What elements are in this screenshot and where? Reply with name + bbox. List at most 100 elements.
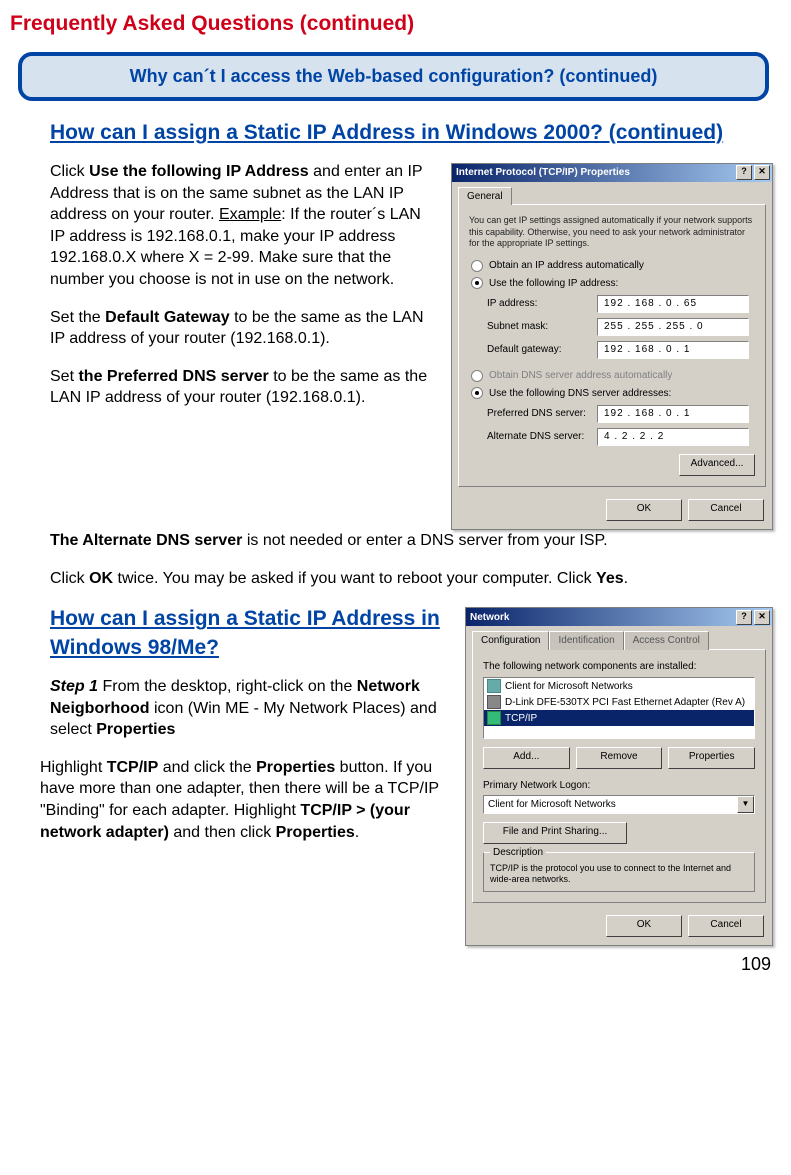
page-number: 109 xyxy=(10,952,773,976)
remove-button[interactable]: Remove xyxy=(576,747,663,769)
text: Set xyxy=(50,368,78,385)
client-icon xyxy=(487,679,501,693)
text-bold: OK xyxy=(89,570,113,587)
text-bold: Properties xyxy=(256,759,335,776)
input-gateway[interactable]: 192 . 168 . 0 . 1 xyxy=(597,341,749,359)
radio-label: Use the following IP address: xyxy=(489,277,618,291)
tab-access-control[interactable]: Access Control xyxy=(624,631,709,650)
help-icon[interactable]: ? xyxy=(736,610,752,625)
text: and click the xyxy=(158,759,256,776)
text: . xyxy=(355,824,359,841)
topic-box-text: Why can´t I access the Web-based configu… xyxy=(40,64,747,88)
cancel-button[interactable]: Cancel xyxy=(688,915,764,937)
file-print-sharing-button[interactable]: File and Print Sharing... xyxy=(483,822,627,844)
network-dialog: Network ? ✕ ConfigurationIdentificationA… xyxy=(465,607,773,946)
text: and then click xyxy=(169,824,276,841)
logon-label: Primary Network Logon: xyxy=(483,779,755,793)
para-ok: Click OK twice. You may be asked if you … xyxy=(50,568,773,590)
text: Highlight xyxy=(40,759,107,776)
para-step1: Step 1 From the desktop, right-click on … xyxy=(50,676,447,741)
text: is not needed or enter a DNS server from… xyxy=(242,532,607,549)
description-text: TCP/IP is the protocol you use to connec… xyxy=(490,863,748,886)
radio-use-ip[interactable]: Use the following IP address: xyxy=(471,277,755,291)
list-item-label: TCP/IP xyxy=(505,712,537,726)
subheading-win2000: How can I assign a Static IP Address in … xyxy=(50,119,773,147)
para-highlight-tcpip: Highlight TCP/IP and click the Propertie… xyxy=(40,757,447,843)
dialog-title: Internet Protocol (TCP/IP) Properties xyxy=(456,166,630,180)
input-subnet[interactable]: 255 . 255 . 255 . 0 xyxy=(597,318,749,336)
radio-icon xyxy=(471,260,483,272)
text-bold: Yes xyxy=(596,570,624,587)
description-legend: Description xyxy=(490,846,546,860)
tab-general[interactable]: General xyxy=(458,187,512,206)
text: . xyxy=(624,570,628,587)
radio-icon xyxy=(471,277,483,289)
close-icon[interactable]: ✕ xyxy=(754,165,770,180)
add-button[interactable]: Add... xyxy=(483,747,570,769)
advanced-button[interactable]: Advanced... xyxy=(679,454,755,476)
ok-button[interactable]: OK xyxy=(606,915,682,937)
input-alt-dns[interactable]: 4 . 2 . 2 . 2 xyxy=(597,428,749,446)
titlebar: Network ? ✕ xyxy=(466,608,772,626)
text: From the desktop, right-click on the xyxy=(98,678,357,695)
adapter-icon xyxy=(487,695,501,709)
para-gateway: Set the Default Gateway to be the same a… xyxy=(50,307,433,350)
radio-obtain-dns: Obtain DNS server address automatically xyxy=(471,369,755,383)
text-bold: Properties xyxy=(96,721,175,738)
subheading-win98: How can I assign a Static IP Address in … xyxy=(50,605,447,662)
topic-box: Why can´t I access the Web-based configu… xyxy=(18,52,769,100)
tab-configuration[interactable]: Configuration xyxy=(472,631,549,650)
label-subnet: Subnet mask: xyxy=(487,320,597,334)
label-pref-dns: Preferred DNS server: xyxy=(487,407,597,421)
intro-text: You can get IP settings assigned automat… xyxy=(469,215,755,249)
components-label: The following network components are ins… xyxy=(483,660,755,674)
label-gateway: Default gateway: xyxy=(487,343,597,357)
ok-button[interactable]: OK xyxy=(606,499,682,521)
logon-dropdown[interactable]: Client for Microsoft Networks ▼ xyxy=(483,795,755,814)
list-item-label: Client for Microsoft Networks xyxy=(505,680,633,694)
tab-identification[interactable]: Identification xyxy=(549,631,623,650)
input-pref-dns[interactable]: 192 . 168 . 0 . 1 xyxy=(597,405,749,423)
cancel-button[interactable]: Cancel xyxy=(688,499,764,521)
description-group: Description TCP/IP is the protocol you u… xyxy=(483,852,755,893)
text: Set the xyxy=(50,309,105,326)
text-bold: TCP/IP xyxy=(107,759,159,776)
label-alt-dns: Alternate DNS server: xyxy=(487,430,597,444)
radio-label: Obtain an IP address automatically xyxy=(489,259,644,273)
list-item[interactable]: D-Link DFE-530TX PCI Fast Ethernet Adapt… xyxy=(484,694,754,710)
text-underline: Example xyxy=(219,206,281,223)
radio-icon xyxy=(471,370,483,382)
step-label: Step 1 xyxy=(50,678,98,695)
tcpip-properties-dialog: Internet Protocol (TCP/IP) Properties ? … xyxy=(451,163,773,530)
radio-label: Use the following DNS server addresses: xyxy=(489,387,671,401)
properties-button[interactable]: Properties xyxy=(668,747,755,769)
text: Click xyxy=(50,163,89,180)
para-dns: Set the Preferred DNS server to be the s… xyxy=(50,366,433,409)
radio-obtain-ip[interactable]: Obtain an IP address automatically xyxy=(471,259,755,273)
radio-icon xyxy=(471,387,483,399)
text-bold: The Alternate DNS server xyxy=(50,532,242,549)
label-ip: IP address: xyxy=(487,297,597,311)
input-ip[interactable]: 192 . 168 . 0 . 65 xyxy=(597,295,749,313)
text: twice. You may be asked if you want to r… xyxy=(113,570,596,587)
radio-use-dns[interactable]: Use the following DNS server addresses: xyxy=(471,387,755,401)
para-ip-address: Click Use the following IP Address and e… xyxy=(50,161,433,291)
list-item[interactable]: Client for Microsoft Networks xyxy=(484,678,754,694)
dropdown-value: Client for Microsoft Networks xyxy=(488,798,616,812)
para-alt-dns: The Alternate DNS server is not needed o… xyxy=(50,530,773,552)
dialog-title: Network xyxy=(470,611,509,625)
components-listbox[interactable]: Client for Microsoft Networks D-Link DFE… xyxy=(483,677,755,739)
list-item-label: D-Link DFE-530TX PCI Fast Ethernet Adapt… xyxy=(505,696,745,710)
chevron-down-icon[interactable]: ▼ xyxy=(737,796,754,813)
help-icon[interactable]: ? xyxy=(736,165,752,180)
titlebar: Internet Protocol (TCP/IP) Properties ? … xyxy=(452,164,772,182)
text-bold: Properties xyxy=(276,824,355,841)
radio-label: Obtain DNS server address automatically xyxy=(489,369,672,383)
text-bold: Default Gateway xyxy=(105,309,229,326)
text: Click xyxy=(50,570,89,587)
list-item-selected[interactable]: TCP/IP xyxy=(484,710,754,726)
text-bold: Use the following IP Address xyxy=(89,163,309,180)
close-icon[interactable]: ✕ xyxy=(754,610,770,625)
text-bold: the Preferred DNS server xyxy=(78,368,268,385)
protocol-icon xyxy=(487,711,501,725)
